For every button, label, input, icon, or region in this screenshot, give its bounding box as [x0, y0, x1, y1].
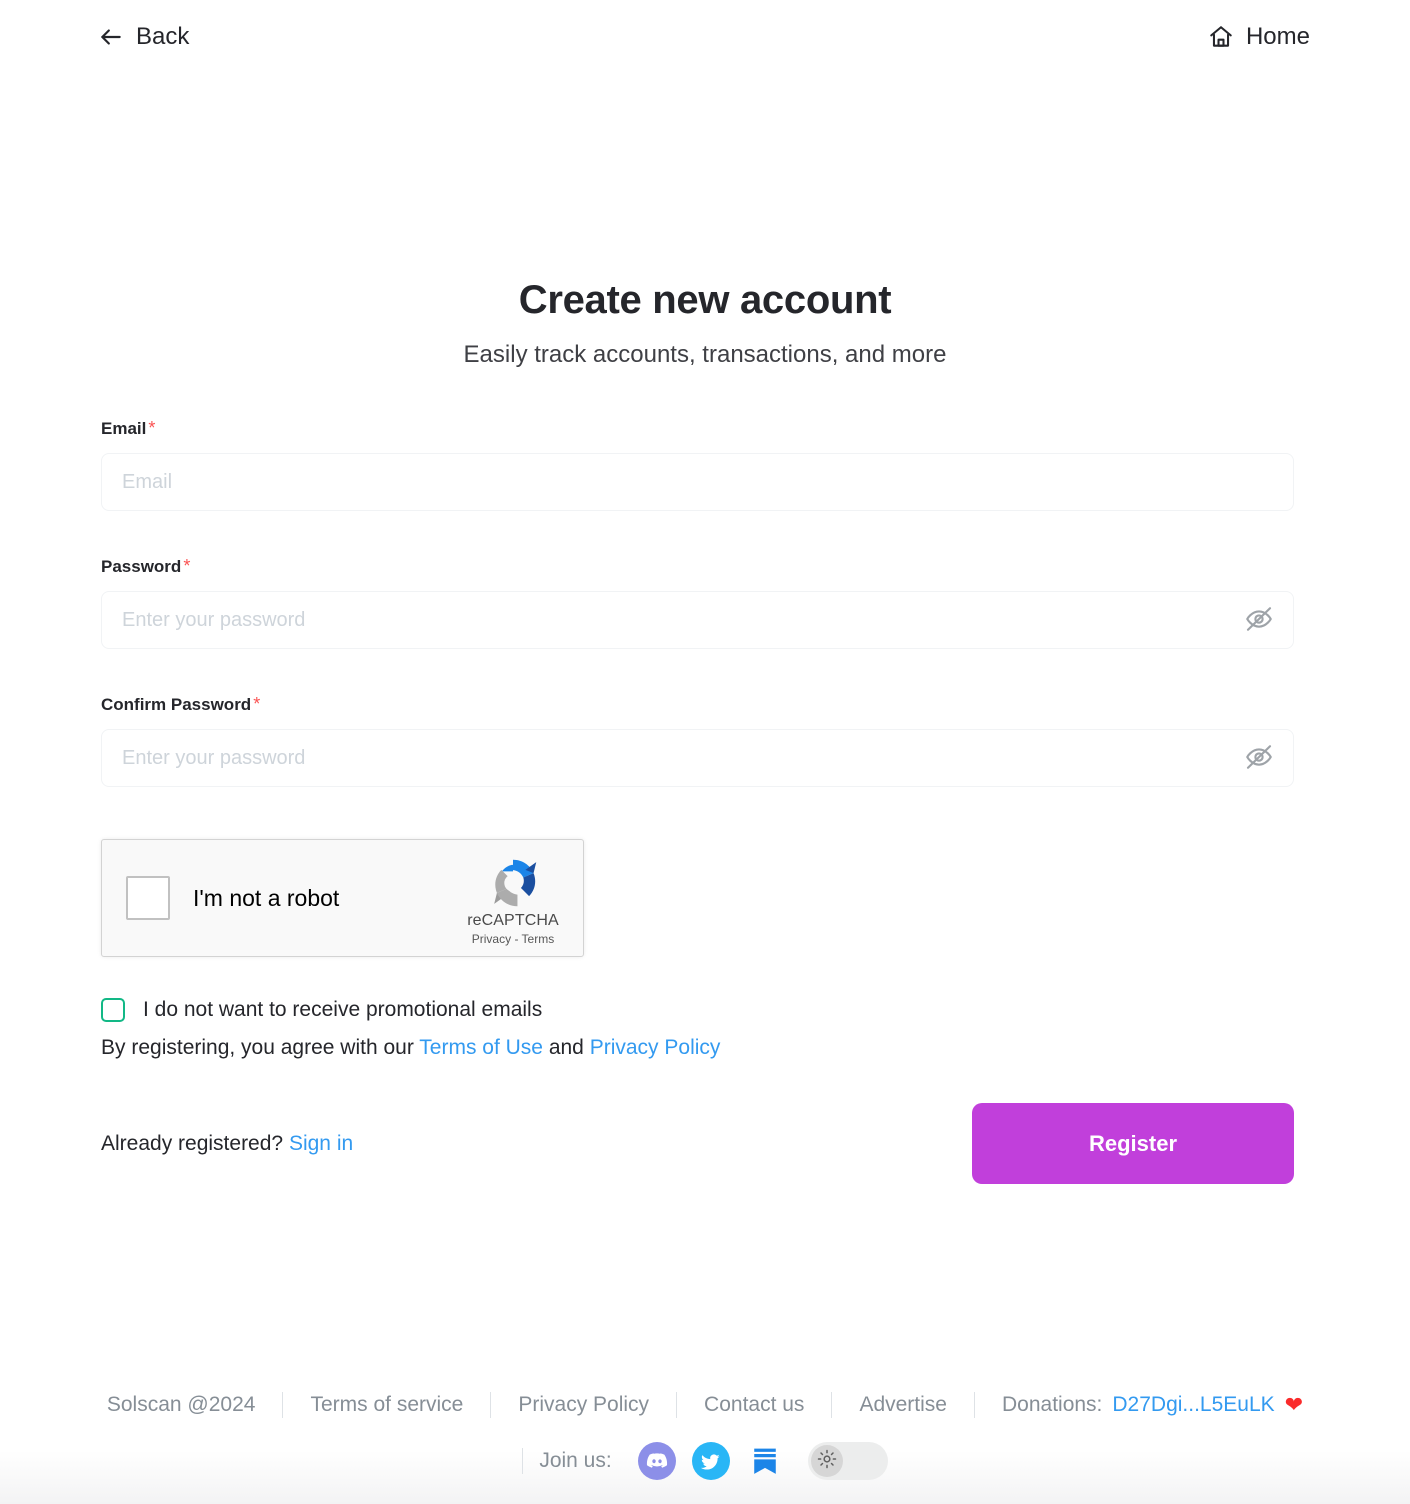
join-us-row: Join us: — [0, 1442, 1410, 1480]
recaptcha-logo-icon — [457, 852, 569, 914]
top-bar: Back Home — [0, 0, 1410, 74]
arrow-left-icon — [98, 24, 124, 50]
donations-address-link[interactable]: D27Dgi...L5EuLK — [1112, 1393, 1274, 1417]
password-visibility-toggle[interactable] — [1242, 603, 1276, 637]
eye-off-icon — [1244, 604, 1274, 637]
recaptcha-brand-name: reCAPTCHA — [467, 912, 559, 929]
footer-separator — [522, 1448, 524, 1474]
terms-of-use-link[interactable]: Terms of Use — [419, 1036, 543, 1059]
sun-icon — [817, 1449, 837, 1474]
confirm-password-visibility-toggle[interactable] — [1242, 741, 1276, 775]
footer-donations: Donations: D27Dgi...L5EuLK ❤ — [975, 1393, 1303, 1417]
theme-toggle[interactable] — [807, 1442, 888, 1480]
email-label-text: Email — [101, 419, 147, 438]
page-subtitle: Easily track accounts, transactions, and… — [463, 341, 947, 368]
footer: Solscan @2024 Terms of service Privacy P… — [0, 1364, 1410, 1504]
home-icon — [1208, 24, 1234, 50]
password-field-group: Password * — [101, 556, 1294, 649]
already-registered-row: Already registered? Sign in — [101, 1132, 353, 1156]
confirm-password-field-group: Confirm Password * — [101, 694, 1294, 787]
back-button[interactable]: Back — [98, 24, 189, 50]
substack-icon[interactable] — [746, 1442, 784, 1480]
footer-link-contact-us[interactable]: Contact us — [677, 1393, 831, 1417]
footer-link-advertise[interactable]: Advertise — [832, 1393, 974, 1417]
required-marker: * — [183, 556, 191, 576]
confirm-password-label: Confirm Password * — [101, 694, 1294, 715]
password-label-text: Password — [101, 557, 182, 576]
form-actions: Already registered? Sign in Register — [101, 1103, 1294, 1184]
email-field-group: Email * — [101, 418, 1294, 511]
recaptcha-checkbox[interactable] — [126, 876, 170, 920]
privacy-policy-link[interactable]: Privacy Policy — [590, 1036, 721, 1059]
eye-off-icon — [1244, 742, 1274, 775]
legal-agreement-text: By registering, you agree with our Terms… — [101, 1036, 1294, 1060]
page-header: Create new account Easily track accounts… — [0, 276, 1410, 369]
page-title: Create new account — [518, 278, 892, 322]
registration-form: Email* Password* Co — [101, 418, 1294, 1184]
footer-links-row: Solscan @2024 Terms of service Privacy P… — [0, 1392, 1410, 1418]
already-registered-label: Already registered? — [101, 1131, 284, 1155]
legal-prefix: By registering, you agree with our — [101, 1036, 420, 1059]
confirm-password-label-text: Confirm Password — [101, 695, 252, 714]
donations-label: Donations: — [1001, 1393, 1103, 1416]
heart-icon: ❤ — [1284, 1392, 1304, 1417]
sign-in-link[interactable]: Sign in — [289, 1132, 353, 1155]
required-marker: * — [253, 694, 261, 714]
promo-optout-checkbox[interactable] — [101, 998, 125, 1022]
legal-conjunction: and — [542, 1036, 590, 1059]
password-input[interactable] — [101, 591, 1294, 649]
required-marker: * — [148, 418, 156, 438]
footer-link-privacy-policy[interactable]: Privacy Policy — [491, 1393, 676, 1417]
discord-icon[interactable] — [637, 1442, 676, 1480]
email-label: Email * — [101, 418, 1294, 439]
join-us-label: Join us: — [539, 1449, 612, 1472]
back-label: Back — [136, 23, 190, 50]
promo-optout-label: I do not want to receive promotional ema… — [143, 998, 543, 1021]
email-input-wrap — [101, 453, 1294, 511]
home-label: Home — [1245, 23, 1310, 50]
footer-link-terms-of-service[interactable]: Terms of service — [283, 1393, 490, 1417]
home-button[interactable]: Home — [1208, 24, 1310, 50]
promo-optout-row[interactable]: I do not want to receive promotional ema… — [101, 998, 1294, 1022]
footer-copyright: Solscan @2024 — [106, 1393, 256, 1416]
recaptcha-legal-links[interactable]: Privacy - Terms — [457, 932, 569, 946]
email-input[interactable] — [101, 453, 1294, 511]
confirm-password-input-wrap — [101, 729, 1294, 787]
password-label: Password * — [101, 556, 1294, 577]
recaptcha-widget[interactable]: I'm not a robot reCAPTCHA Privacy - Term… — [101, 839, 584, 957]
theme-toggle-knob — [810, 1445, 843, 1477]
twitter-icon[interactable] — [691, 1442, 730, 1480]
recaptcha-brand: reCAPTCHA Privacy - Terms — [457, 852, 569, 946]
password-input-wrap — [101, 591, 1294, 649]
confirm-password-input[interactable] — [101, 729, 1294, 787]
register-button[interactable]: Register — [972, 1103, 1294, 1184]
recaptcha-label: I'm not a robot — [193, 884, 340, 911]
